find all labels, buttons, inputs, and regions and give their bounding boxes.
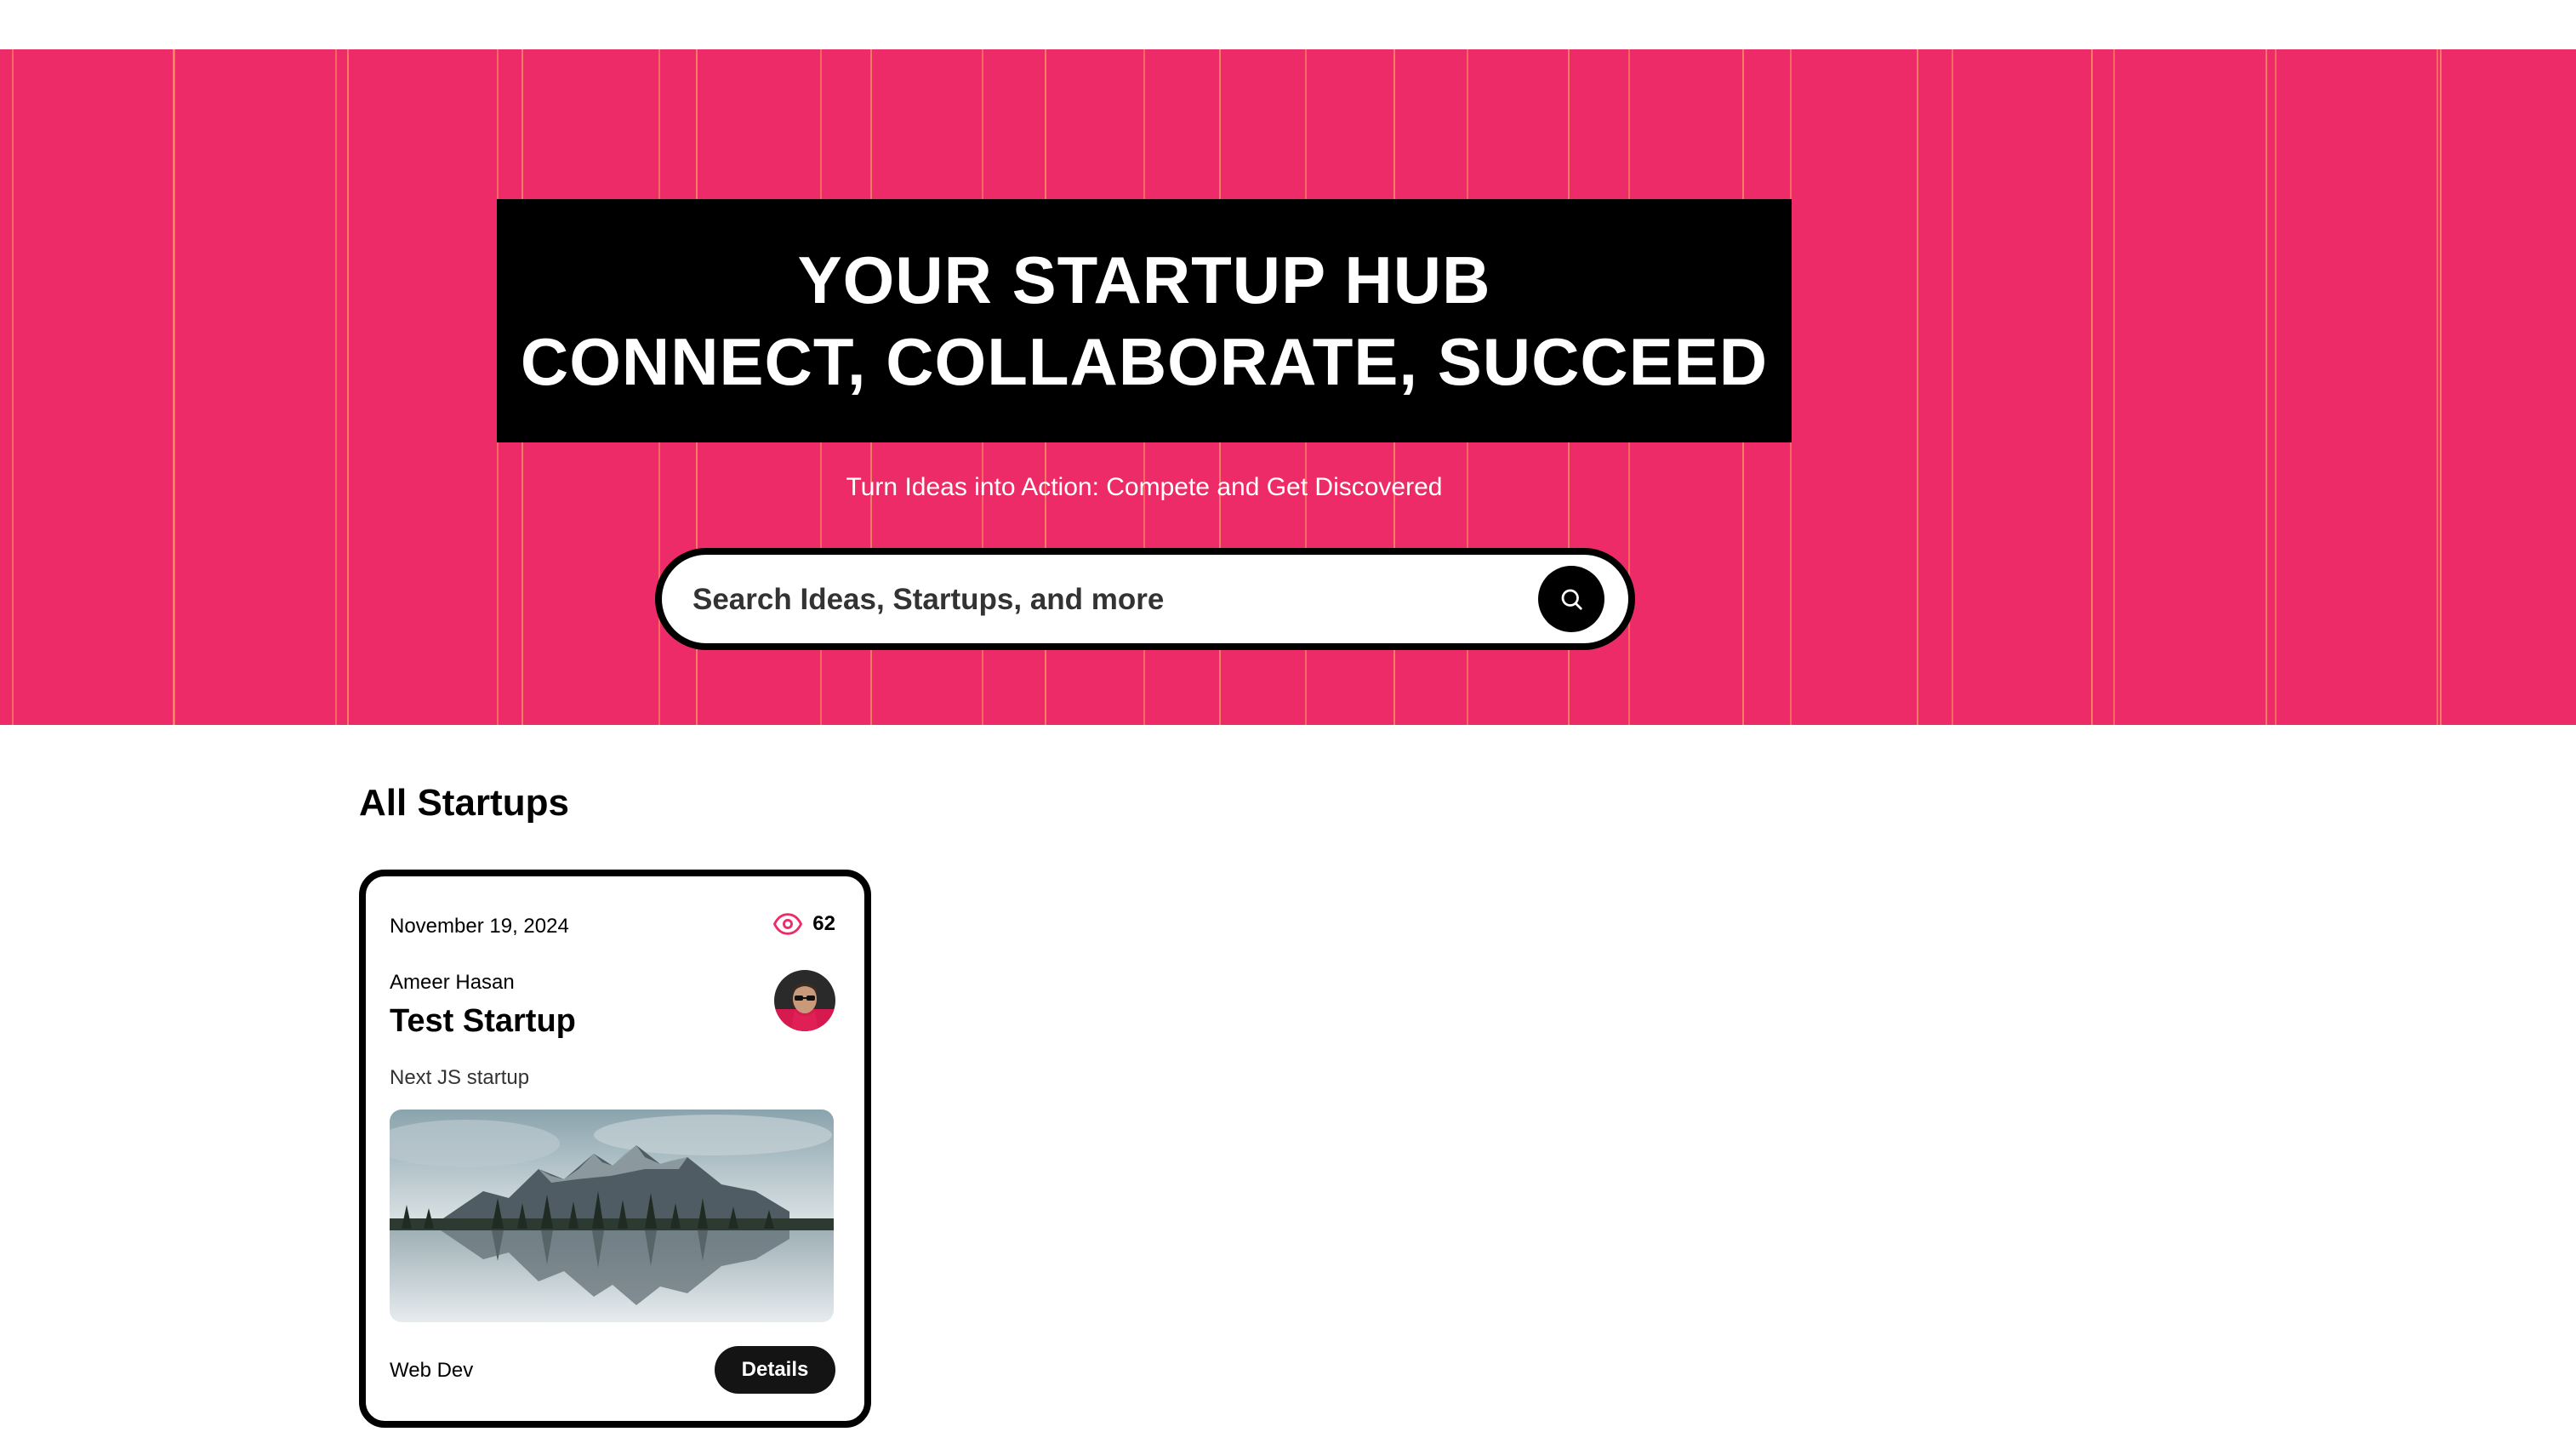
hero-subheading: Turn Ideas into Action: Compete and Get … [846, 473, 1443, 501]
grid-line [335, 49, 337, 725]
search-icon [1561, 589, 1582, 610]
hero-heading-line-2: CONNECT, COLLABORATE, SUCCEED [520, 324, 1769, 399]
hero-heading-line-1: YOUR STARTUP HUB [797, 242, 1491, 317]
startup-image[interactable] [390, 1110, 834, 1322]
startup-description: Next JS startup [390, 1066, 530, 1089]
grid-line [2436, 49, 2438, 725]
top-bar [0, 0, 2576, 49]
eye-icon [773, 913, 803, 935]
search-input[interactable] [691, 555, 1494, 645]
startup-views: 62 [773, 912, 835, 936]
grid-line [1952, 49, 1953, 725]
grid-line [2113, 49, 2115, 725]
startup-card: November 19, 2024 62 Ameer Hasan Test St… [359, 870, 871, 1428]
section-title: All Startups [359, 782, 569, 824]
details-button[interactable]: Details [715, 1346, 835, 1394]
startup-date: November 19, 2024 [390, 915, 569, 938]
search-form [655, 548, 1635, 650]
startup-author[interactable]: Ameer Hasan [390, 970, 515, 995]
grid-line [2275, 49, 2277, 725]
page: YOUR STARTUP HUB CONNECT, COLLABORATE, S… [0, 0, 2576, 1449]
hero-heading: YOUR STARTUP HUB CONNECT, COLLABORATE, S… [497, 199, 1792, 442]
avatar[interactable] [774, 970, 835, 1031]
grid-line [174, 49, 175, 725]
grid-line [12, 49, 14, 725]
hero-section: YOUR STARTUP HUB CONNECT, COLLABORATE, S… [0, 49, 2576, 725]
search-button[interactable] [1538, 566, 1604, 632]
views-count: 62 [812, 912, 835, 935]
startup-title[interactable]: Test Startup [390, 1001, 576, 1041]
startup-category[interactable]: Web Dev [390, 1358, 473, 1383]
